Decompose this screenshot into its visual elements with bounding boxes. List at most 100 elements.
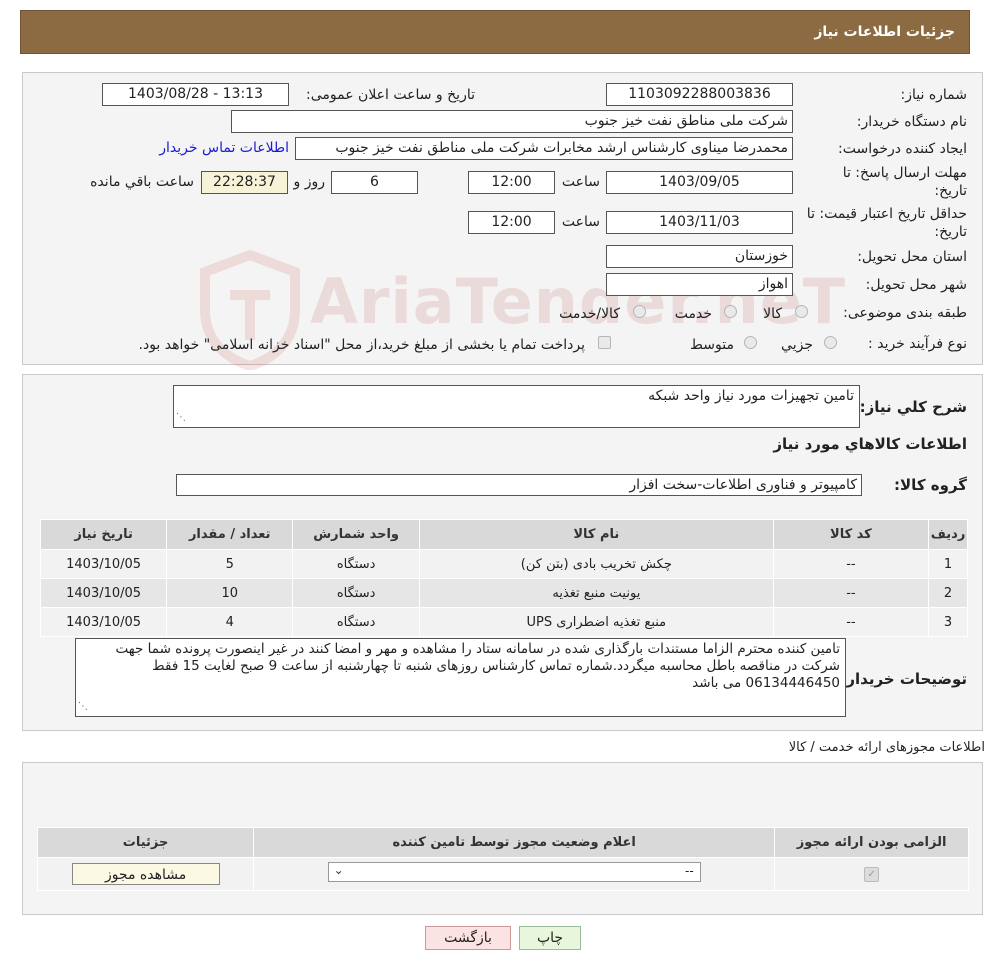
goods-name: یونیت منبع تغذیه [419, 578, 774, 608]
validity-date-field: 1403/11/03 [606, 211, 793, 234]
category-radio-goods[interactable] [795, 305, 808, 318]
province-label: استان محل تحویل: [857, 249, 967, 265]
col-row-header: ردیف [928, 519, 968, 550]
col-code-header: کد کالا [772, 519, 930, 550]
need-number-label: شماره نیاز: [900, 87, 968, 103]
goods-unit: دستگاه [292, 578, 421, 608]
process-radio-minor[interactable] [824, 336, 837, 349]
deadline-time-field: 12:00 [468, 171, 555, 194]
category-option-both: کالا/خدمت [559, 306, 620, 322]
deadline-label-date: تاریخ: [934, 183, 967, 199]
remaining-label: ساعت باقي مانده [90, 174, 194, 190]
description-field: تامین تجهیزات مورد نیاز واحد شبکه ⋰ [173, 385, 860, 428]
process-radio-medium[interactable] [744, 336, 757, 349]
permit-required-header: الزامی بودن ارائه مجوز [774, 827, 969, 858]
deadline-date-field: 1403/09/05 [606, 171, 793, 194]
permit-status-value: -- [685, 864, 694, 878]
resize-grip-icon[interactable]: ⋰ [176, 409, 186, 426]
buyer-notes-label: توضیحات خریدار: [840, 670, 967, 688]
category-option-service: خدمت [674, 306, 712, 322]
goods-name: منبع تغذیه اضطراری UPS [419, 607, 774, 637]
row-number: 1 [928, 549, 968, 579]
announce-label: تاریخ و ساعت اعلان عمومی: [306, 87, 475, 103]
announce-field: 1403/08/28 - 13:13 [102, 83, 289, 106]
col-name-header: نام کالا [419, 519, 774, 550]
validity-label: حداقل تاریخ اعتبار قیمت: تا [806, 206, 967, 222]
buyer-label: نام دستگاه خریدار: [856, 114, 967, 130]
goods-unit: دستگاه [292, 549, 421, 579]
goods-name: چکش تخریب بادی (بتن کن) [419, 549, 774, 579]
buyer-contact-link[interactable]: اطلاعات تماس خریدار [159, 140, 289, 156]
city-label: شهر محل تحویل: [865, 277, 967, 293]
validity-label-date: تاریخ: [934, 224, 967, 240]
category-option-goods: کالا [763, 306, 782, 322]
goods-date: 1403/10/05 [39, 607, 168, 637]
permit-status-cell: ⌄ -- [253, 857, 776, 891]
city-field: اهواز [606, 273, 793, 296]
permit-status-select[interactable]: ⌄ -- [327, 862, 701, 882]
back-button[interactable]: بازگشت [425, 926, 511, 950]
permits-section-title: اطلاعات مجوزهای ارائه خدمت / کالا [788, 740, 985, 755]
goods-code: -- [772, 607, 930, 637]
permits-table-header: الزامی بودن ارائه مجوز اعلام وضعیت مجوز … [36, 827, 969, 858]
creator-field: محمدرضا میناوی کارشناس ارشد مخابرات شرکت… [295, 137, 793, 160]
row-number: 2 [928, 578, 968, 608]
goods-qty: 10 [166, 578, 294, 608]
table-row: 2 -- یونیت منبع تغذیه دستگاه 10 1403/10/… [39, 578, 968, 608]
goods-group-field: کامپیوتر و فناوری اطلاعات-سخت افزار [176, 474, 862, 496]
permit-details-header: جزئیات [36, 827, 255, 858]
row-number: 3 [928, 607, 968, 637]
page-header: جزئیات اطلاعات نیاز [20, 10, 970, 54]
deadline-time-label: ساعت [561, 174, 600, 190]
description-text: تامین تجهیزات مورد نیاز واحد شبکه [648, 388, 854, 404]
resize-grip-icon[interactable]: ⋰ [78, 698, 88, 715]
buyer-notes-text: تامین کننده محترم الزاما مستندات بارگذار… [115, 641, 840, 691]
creator-label: ایجاد کننده درخواست: [838, 141, 967, 157]
announce-value: 1403/08/28 - 13:13 [128, 86, 263, 102]
page-title: جزئیات اطلاعات نیاز [814, 24, 955, 40]
col-unit-header: واحد شمارش [292, 519, 421, 550]
deadline-label: مهلت ارسال پاسخ: تا [842, 165, 967, 181]
remaining-time-field: 22:28:37 [201, 171, 288, 194]
description-label: شرح کلي نیاز: [859, 398, 967, 416]
goods-section-title: اطلاعات کالاهاي مورد نیاز [773, 435, 967, 453]
days-remaining-field: 6 [331, 171, 418, 194]
goods-qty: 5 [166, 549, 294, 579]
category-radio-both[interactable] [633, 305, 646, 318]
goods-date: 1403/10/05 [39, 578, 168, 608]
goods-table-header: ردیف کد کالا نام کالا واحد شمارش تعداد /… [39, 519, 968, 550]
treasury-checkbox[interactable] [598, 336, 611, 349]
process-option-minor: جزیي [781, 337, 813, 353]
permit-details-cell: مشاهده مجوز [36, 857, 255, 891]
chevron-down-icon: ⌄ [333, 863, 344, 877]
goods-qty: 4 [166, 607, 294, 637]
table-row: 3 -- منبع تغذیه اضطراری UPS دستگاه 4 140… [39, 607, 968, 637]
goods-code: -- [772, 549, 930, 579]
view-permit-button[interactable]: مشاهده مجوز [71, 863, 220, 885]
process-note: پرداخت تمام یا بخشی از مبلغ خرید،از محل … [138, 337, 585, 353]
process-label: نوع فرآیند خرید : [868, 336, 967, 352]
permit-required-cell: ✓ [774, 857, 969, 891]
category-radio-service[interactable] [724, 305, 737, 318]
goods-date: 1403/10/05 [39, 549, 168, 579]
buyer-field: شرکت ملی مناطق نفت خیز جنوب [231, 110, 793, 133]
province-field: خوزستان [606, 245, 793, 268]
goods-unit: دستگاه [292, 607, 421, 637]
permits-table: الزامی بودن ارائه مجوز اعلام وضعیت مجوز … [36, 827, 969, 891]
table-row: 1 -- چکش تخریب بادی (بتن کن) دستگاه 5 14… [39, 549, 968, 579]
goods-group-label: گروه کالا: [894, 476, 967, 494]
process-option-medium: متوسط [690, 337, 734, 353]
goods-code: -- [772, 578, 930, 608]
validity-time-field: 12:00 [468, 211, 555, 234]
need-number-field: 1103092288003836 [606, 83, 793, 106]
buyer-notes-field: تامین کننده محترم الزاما مستندات بارگذار… [75, 638, 846, 717]
validity-time-label: ساعت [561, 214, 600, 230]
permit-status-header: اعلام وضعیت مجوز توسط تامین کننده [253, 827, 776, 858]
category-label: طبقه بندی موضوعی: [843, 305, 967, 321]
permit-required-checkbox[interactable]: ✓ [864, 867, 880, 882]
days-label: روز و [293, 174, 326, 190]
print-button[interactable]: چاپ [519, 926, 581, 950]
goods-table: ردیف کد کالا نام کالا واحد شمارش تعداد /… [39, 519, 968, 637]
col-qty-header: تعداد / مقدار [166, 519, 294, 550]
col-date-header: تاریخ نیاز [39, 519, 168, 550]
